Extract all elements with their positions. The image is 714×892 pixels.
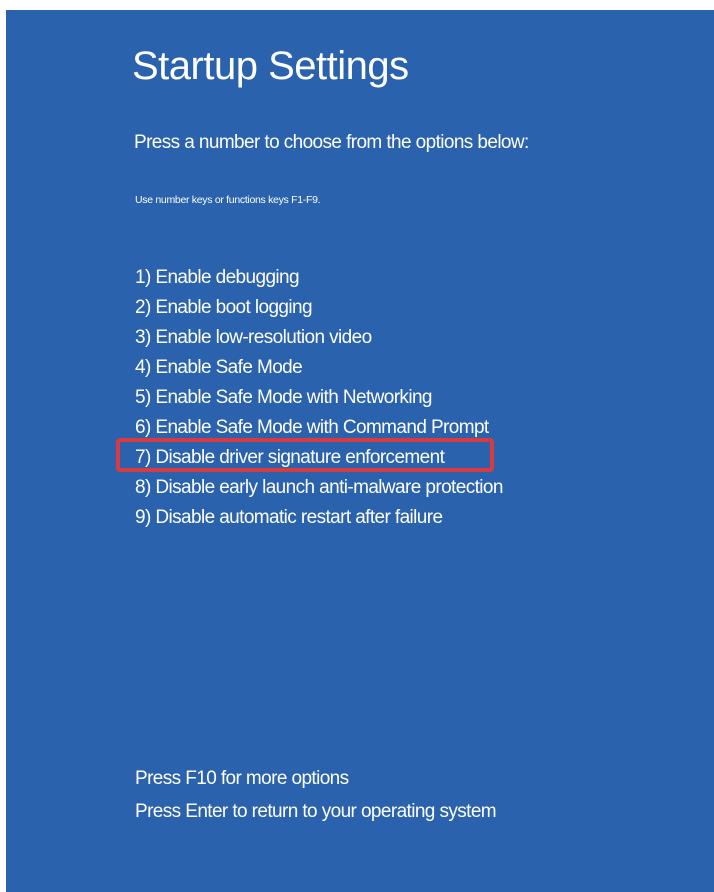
page-title: Startup Settings	[132, 44, 409, 88]
option-disable-automatic-restart[interactable]: 9) Disable automatic restart after failu…	[135, 503, 503, 533]
option-enable-safe-mode-networking[interactable]: 5) Enable Safe Mode with Networking	[135, 383, 503, 413]
instructions-text: Press a number to choose from the option…	[134, 132, 529, 153]
option-enable-boot-logging[interactable]: 2) Enable boot logging	[135, 293, 503, 323]
option-enable-low-resolution-video[interactable]: 3) Enable low-resolution video	[135, 323, 503, 353]
option-disable-early-launch-anti-malware[interactable]: 8) Disable early launch anti-malware pro…	[135, 473, 503, 503]
startup-settings-screen: Startup Settings Press a number to choos…	[6, 10, 714, 892]
f10-more-options-text[interactable]: Press F10 for more options	[135, 762, 496, 795]
footer-instructions: Press F10 for more options Press Enter t…	[135, 762, 497, 828]
option-disable-driver-signature-enforcement[interactable]: 7) Disable driver signature enforcement	[116, 438, 503, 473]
option-enable-safe-mode-command-prompt[interactable]: 6) Enable Safe Mode with Command Prompt	[135, 413, 503, 443]
option-enable-debugging[interactable]: 1) Enable debugging	[135, 263, 503, 293]
enter-return-text[interactable]: Press Enter to return to your operating …	[135, 795, 497, 828]
keys-hint-text: Use number keys or functions keys F1-F9.	[135, 194, 321, 206]
option-enable-safe-mode[interactable]: 4) Enable Safe Mode	[135, 353, 503, 383]
startup-options-list: 1) Enable debugging 2) Enable boot loggi…	[116, 263, 503, 533]
option-label: 7) Disable driver signature enforcement	[135, 447, 445, 468]
